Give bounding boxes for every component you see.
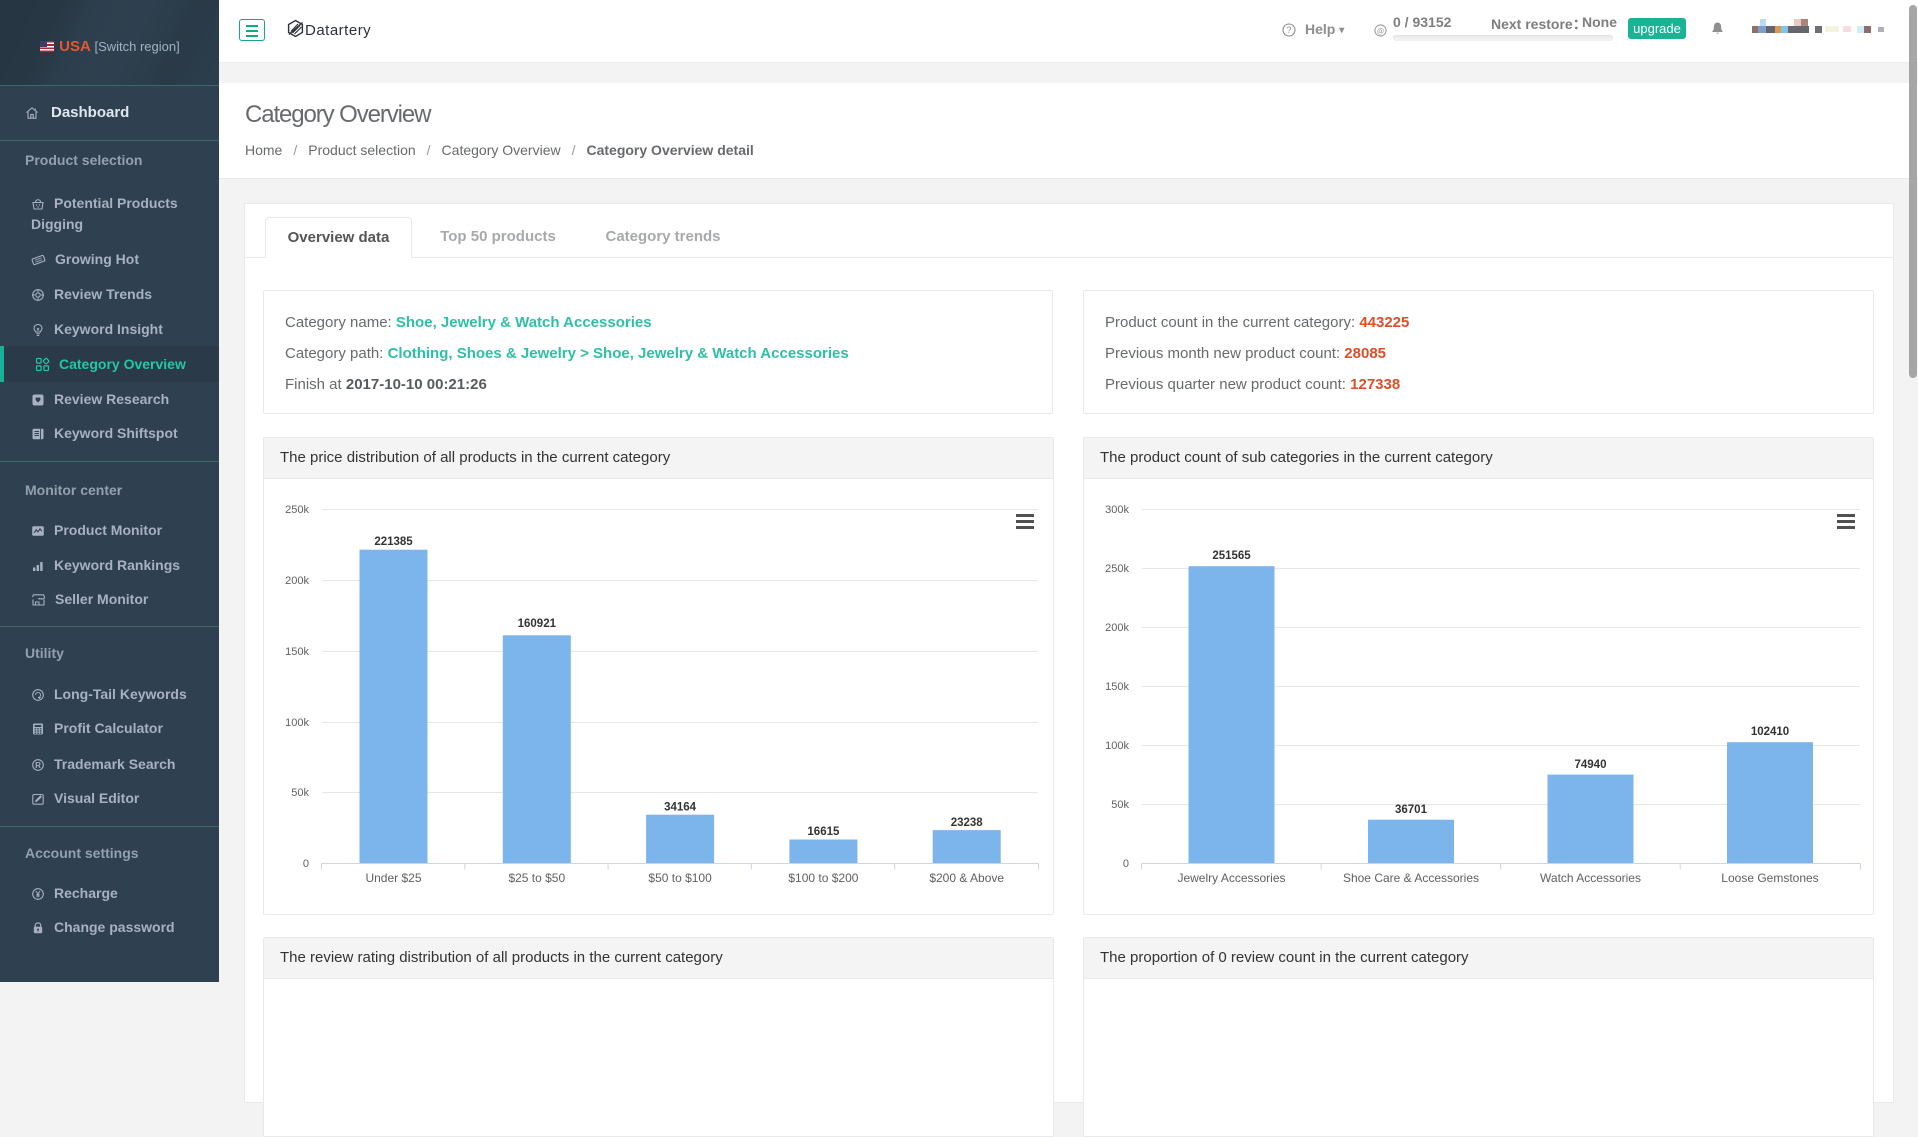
svg-text:300k: 300k: [1105, 504, 1129, 516]
svg-text:Loose Gemstones: Loose Gemstones: [1721, 871, 1818, 885]
svg-text:200k: 200k: [285, 575, 309, 587]
svg-text:Watch Accessories: Watch Accessories: [1540, 871, 1641, 885]
svg-text:$25 to $50: $25 to $50: [508, 871, 565, 885]
svg-text:102410: 102410: [1751, 726, 1789, 738]
svg-text:221385: 221385: [374, 536, 413, 548]
svg-text:250k: 250k: [285, 504, 309, 516]
svg-text:?: ?: [1286, 25, 1291, 35]
svg-text:R: R: [35, 761, 41, 770]
svg-text:0: 0: [1123, 858, 1129, 870]
svg-text:$50 to $100: $50 to $100: [648, 871, 712, 885]
svg-text:Shoe Care & Accessories: Shoe Care & Accessories: [1343, 871, 1479, 885]
svg-text:200k: 200k: [1105, 622, 1129, 634]
svg-text:Under $25: Under $25: [365, 871, 421, 885]
svg-text:150k: 150k: [285, 646, 309, 658]
svg-text:100k: 100k: [285, 717, 309, 729]
svg-text:@: @: [1377, 26, 1385, 35]
svg-text:251565: 251565: [1212, 550, 1251, 562]
svg-text:100k: 100k: [1105, 740, 1129, 752]
svg-text:50k: 50k: [1111, 799, 1129, 811]
svg-text:34164: 34164: [664, 802, 697, 814]
svg-text:Jewelry Accessories: Jewelry Accessories: [1177, 871, 1285, 885]
svg-text:74940: 74940: [1575, 759, 1607, 771]
svg-text:$100 to $200: $100 to $200: [788, 871, 858, 885]
svg-text:50k: 50k: [291, 787, 309, 799]
svg-text:150k: 150k: [1105, 681, 1129, 693]
svg-text:250k: 250k: [1105, 563, 1129, 575]
svg-text:23238: 23238: [951, 817, 984, 829]
svg-text:0: 0: [303, 858, 309, 870]
svg-text:$200 & Above: $200 & Above: [929, 871, 1004, 885]
svg-text:160921: 160921: [518, 618, 557, 630]
svg-text:16615: 16615: [807, 826, 840, 838]
svg-text:36701: 36701: [1395, 804, 1428, 816]
